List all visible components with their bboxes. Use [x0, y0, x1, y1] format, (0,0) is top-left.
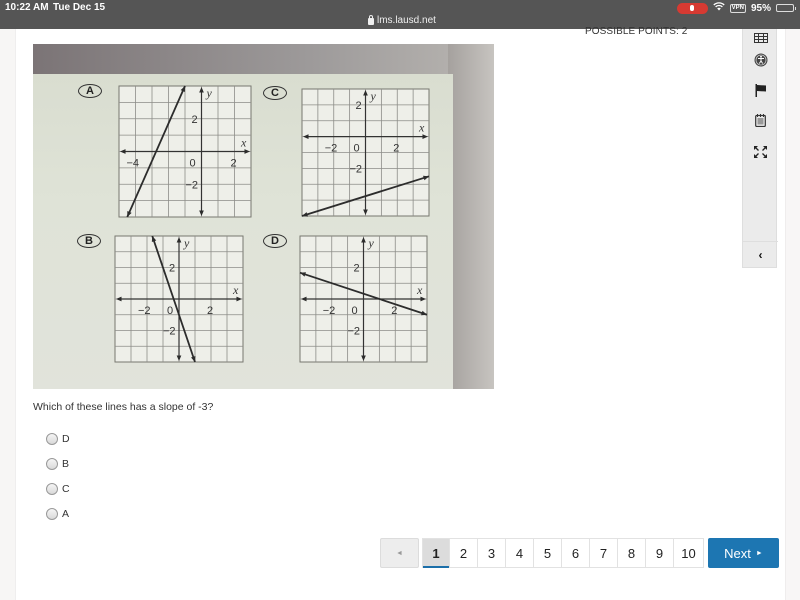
fullscreen-icon — [754, 146, 767, 158]
notepad-icon — [755, 113, 766, 127]
answer-label: D — [62, 432, 70, 445]
fullscreen-button[interactable] — [743, 137, 778, 167]
page-1[interactable]: 1 — [422, 538, 450, 568]
page-5[interactable]: 5 — [534, 538, 562, 568]
wifi-icon — [712, 2, 725, 14]
previous-button[interactable]: ◄ — [380, 538, 419, 568]
y-axis-label: y — [370, 89, 377, 103]
page-10[interactable]: 10 — [674, 538, 704, 568]
y-axis-label: y — [206, 86, 213, 100]
answer-options: D B C A — [46, 426, 70, 526]
graph-b: x y −2 0 2 2 −2 — [114, 235, 244, 363]
y-tick-label: −2 — [186, 179, 199, 191]
chevron-left-icon: ‹ — [758, 248, 763, 262]
page-2[interactable]: 2 — [450, 538, 478, 568]
ios-status-bar: 10:22 AM Tue Dec 15 lms.lausd.net VPN 95… — [0, 0, 800, 29]
x-tick-label: 0 — [354, 143, 360, 155]
microphone-indicator — [676, 2, 708, 14]
x-axis-label: x — [416, 283, 423, 297]
question-pagination: ◄ 1 2 3 4 5 6 7 8 9 10 Next ► — [380, 538, 779, 568]
y-axis-label: y — [368, 236, 375, 250]
radio-button[interactable] — [46, 432, 58, 445]
answer-label: B — [62, 457, 70, 470]
radio-button[interactable] — [46, 507, 58, 520]
x-tick-label: 0 — [352, 305, 358, 317]
graph-a: x y −4 0 2 2 −2 — [118, 85, 252, 218]
x-tick-label: 0 — [167, 305, 173, 317]
page-7[interactable]: 7 — [590, 538, 618, 568]
next-button[interactable]: Next ► — [708, 538, 779, 568]
accessibility-icon — [754, 53, 767, 67]
right-gutter — [785, 29, 800, 600]
status-date: Tue Dec 15 — [53, 2, 106, 13]
x-axis-label: x — [418, 121, 425, 135]
url-text: lms.lausd.net — [377, 15, 436, 26]
x-tick-label: −2 — [325, 143, 338, 155]
notepad-button[interactable] — [743, 105, 778, 135]
graph-label-b: B — [77, 234, 101, 248]
graph-label-d: D — [263, 234, 287, 248]
flag-button[interactable] — [743, 75, 778, 105]
page-9[interactable]: 9 — [646, 538, 674, 568]
battery-icon — [776, 4, 796, 12]
page-4[interactable]: 4 — [506, 538, 534, 568]
y-tick-label: 2 — [356, 100, 362, 112]
tool-panel: ‹ — [742, 29, 778, 268]
graph-c: x y −2 0 2 2 −2 — [301, 88, 430, 217]
x-tick-label: −2 — [323, 305, 336, 317]
answer-label: A — [62, 507, 70, 520]
answer-option-d[interactable]: D — [46, 426, 70, 451]
left-gutter — [0, 29, 16, 600]
radio-button[interactable] — [46, 457, 58, 470]
y-axis-label: y — [183, 236, 190, 250]
y-tick-label: 2 — [169, 263, 175, 275]
next-icon: ► — [755, 549, 763, 557]
flag-icon — [755, 83, 766, 97]
x-tick-label: 2 — [391, 305, 397, 317]
x-tick-label: 2 — [231, 158, 237, 170]
page-3[interactable]: 3 — [478, 538, 506, 568]
x-axis-label: x — [232, 283, 239, 297]
x-tick-label: −4 — [127, 158, 140, 170]
calculator-icon — [753, 33, 768, 43]
y-tick-label: −2 — [163, 326, 176, 338]
lock-icon — [368, 15, 374, 25]
answer-option-b[interactable]: B — [46, 451, 70, 476]
x-tick-label: 2 — [207, 305, 213, 317]
x-tick-label: 0 — [190, 158, 196, 170]
photo-edge — [448, 44, 494, 389]
previous-icon: ◄ — [396, 549, 403, 557]
y-tick-label: 2 — [354, 263, 360, 275]
microphone-icon — [690, 5, 695, 11]
possible-points: POSSIBLE POINTS: 2 — [585, 26, 688, 37]
answer-option-c[interactable]: C — [46, 476, 70, 501]
question-image: A C B D x y −4 0 2 2 −2 x y −2 0 2 2 −2 x y −2 0 2 2 −2 x y… — [33, 44, 494, 389]
photo-background — [33, 44, 494, 74]
x-tick-label: −2 — [138, 305, 151, 317]
url-bar[interactable]: lms.lausd.net — [368, 15, 436, 26]
next-label: Next — [724, 545, 751, 561]
question-text: Which of these lines has a slope of -3? — [33, 401, 214, 413]
y-tick-label: −2 — [348, 326, 361, 338]
radio-button[interactable] — [46, 482, 58, 495]
x-axis-label: x — [240, 136, 247, 150]
graph-d: x y −2 0 2 2 −2 — [299, 235, 428, 363]
battery-percent: 95% — [750, 2, 771, 14]
status-indicators: VPN 95% — [676, 2, 796, 14]
accessibility-button[interactable] — [743, 45, 778, 75]
graph-label-a: A — [78, 84, 102, 98]
answer-label: C — [62, 482, 70, 495]
x-tick-label: 2 — [393, 143, 399, 155]
y-tick-label: −2 — [350, 163, 363, 175]
collapse-panel-button[interactable]: ‹ — [743, 241, 778, 268]
vpn-badge: VPN — [729, 3, 746, 13]
page-6[interactable]: 6 — [562, 538, 590, 568]
graph-label-c: C — [263, 86, 287, 100]
status-time: 10:22 AM — [5, 2, 49, 13]
page-8[interactable]: 8 — [618, 538, 646, 568]
y-tick-label: 2 — [192, 114, 198, 126]
answer-option-a[interactable]: A — [46, 501, 70, 526]
